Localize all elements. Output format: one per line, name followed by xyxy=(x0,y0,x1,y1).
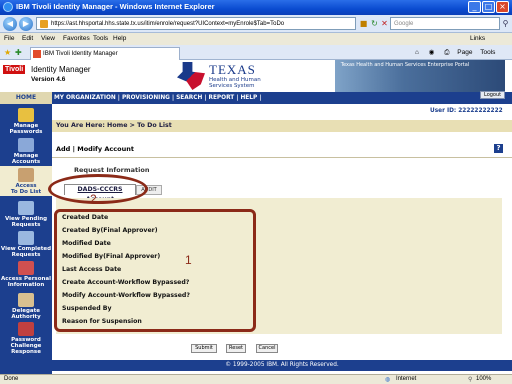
tab-title: IBM Tivoli Identity Manager xyxy=(43,50,118,57)
sidebar-item-completed-requests[interactable]: View Completed Requests xyxy=(0,231,52,258)
annotation-rectangle-fields xyxy=(54,209,256,332)
texas-title: TEXAS xyxy=(209,62,256,77)
sidebar-item-personal-info[interactable]: Access Personal Information xyxy=(0,261,52,288)
breadcrumb: You Are Here: Home > To Do List xyxy=(52,120,512,132)
texas-state-shape-icon xyxy=(177,62,205,90)
menu-favorites[interactable]: Favorites xyxy=(63,35,90,42)
menu-view[interactable]: View xyxy=(41,35,55,42)
user-id: User ID: 22222222222 xyxy=(430,108,503,114)
search-input[interactable]: Google xyxy=(390,17,500,30)
logout-button[interactable]: Logout xyxy=(480,91,506,99)
nav-search[interactable]: SEARCH xyxy=(176,95,202,101)
favorites-star-icon[interactable]: ★ xyxy=(4,48,11,57)
app-name: Identity Manager xyxy=(31,65,91,74)
pending-icon xyxy=(18,201,34,215)
home-nav-button[interactable]: HOME xyxy=(0,92,52,104)
nav-report[interactable]: REPORT xyxy=(209,95,235,101)
completed-icon xyxy=(18,231,34,245)
sidebar-item-todo-list[interactable]: Access To Do List xyxy=(0,166,52,196)
help-icon[interactable]: ? xyxy=(494,144,503,153)
forward-arrow-icon[interactable]: ▶ xyxy=(19,17,33,31)
lock-icon[interactable]: ■ xyxy=(358,18,369,29)
texas-hhs-banner: TEXAS Health and Human Services System T… xyxy=(175,60,505,92)
sidebar-item-manage-accounts[interactable]: Manage Accounts xyxy=(0,138,52,165)
menu-bar: File Edit View Favorites Tools Help Link… xyxy=(0,33,512,45)
tab-toolbar: ★ ✚ IBM Tivoli Identity Manager ⌂ ◉ ⎙ Pa… xyxy=(0,45,512,60)
submit-button[interactable]: Submit xyxy=(191,344,217,353)
back-arrow-icon[interactable]: ◀ xyxy=(3,17,17,31)
reset-button[interactable]: Reset xyxy=(226,344,246,353)
status-text: Done xyxy=(4,376,19,382)
address-toolbar: ◀ ▶ https://ast.hhsportal.hhs.state.tx.u… xyxy=(0,15,512,33)
menu-edit[interactable]: Edit xyxy=(22,35,33,42)
portal-text: Texas Health and Human Services Enterpri… xyxy=(340,62,470,68)
zoom-icon[interactable]: ⚲ xyxy=(468,376,472,383)
sidebar: Manage Passwords Manage Accounts Access … xyxy=(0,104,52,374)
print-icon[interactable]: ⎙ xyxy=(444,49,449,56)
annotation-ellipse-tab xyxy=(48,174,148,204)
minimize-button[interactable]: _ xyxy=(468,1,481,13)
nav-help[interactable]: HELP xyxy=(240,95,257,101)
browser-tab[interactable]: IBM Tivoli Identity Manager xyxy=(30,47,180,60)
address-bar[interactable]: https://ast.hhsportal.hhs.state.tx.us/it… xyxy=(36,17,356,30)
command-bar: ⌂ ◉ ⎙ Page Tools xyxy=(415,48,495,57)
delegate-icon xyxy=(18,293,34,307)
sidebar-item-delegate-authority[interactable]: Delegate Authority xyxy=(0,293,52,320)
person-icon xyxy=(18,261,34,275)
page-menu[interactable]: Page xyxy=(457,49,472,56)
status-bar: Done ◍ Internet ⚲ 100% xyxy=(0,374,512,384)
window-title: IBM Tivoli Identity Manager - Windows In… xyxy=(16,2,215,11)
accounts-icon xyxy=(18,138,34,152)
sidebar-item-password-challenge[interactable]: Password Challenge Response xyxy=(0,322,52,355)
tools-menu[interactable]: Tools xyxy=(480,49,495,56)
search-icon[interactable]: ⚲ xyxy=(500,18,511,29)
section-title: Request Information xyxy=(74,166,150,174)
sidebar-item-manage-passwords[interactable]: Manage Passwords xyxy=(0,108,52,135)
app-version: Version 4.6 xyxy=(31,76,66,83)
nav-my-organization[interactable]: MY ORGANIZATION xyxy=(54,95,116,101)
app-header: Tivoli Identity Manager Version 4.6 TEXA… xyxy=(0,60,512,92)
key-icon xyxy=(18,108,34,122)
stop-icon[interactable]: ✕ xyxy=(379,18,390,29)
links-button[interactable]: Links xyxy=(470,35,485,42)
window-title-bar: IBM Tivoli Identity Manager - Windows In… xyxy=(0,0,512,15)
address-url: https://ast.hhsportal.hhs.state.tx.us/it… xyxy=(51,21,285,27)
internet-explorer-icon xyxy=(3,2,13,12)
page-title: Add | Modify Account xyxy=(56,145,134,153)
top-navigation: MY ORGANIZATION | PROVISIONING | SEARCH … xyxy=(52,92,512,104)
title-divider xyxy=(52,157,512,158)
page-footer: © 1999-2005 IBM. All Rights Reserved. xyxy=(52,360,512,371)
home-icon[interactable]: ⌂ xyxy=(415,49,419,56)
challenge-icon xyxy=(18,322,34,336)
annotation-label-2: 2 xyxy=(90,192,97,206)
annotation-label-1: 1 xyxy=(185,253,192,267)
sidebar-item-pending-requests[interactable]: View Pending Requests xyxy=(0,201,52,228)
hhs-line2: Services System xyxy=(209,83,255,89)
close-window-button[interactable]: × xyxy=(496,1,509,13)
page-content: Tivoli Identity Manager Version 4.6 TEXA… xyxy=(0,60,512,374)
cancel-button[interactable]: Cancel xyxy=(256,344,278,353)
zone-label: Internet xyxy=(396,376,417,382)
menu-file[interactable]: File xyxy=(4,35,14,42)
tivoli-logo: Tivoli xyxy=(3,65,26,74)
add-favorite-icon[interactable]: ✚ xyxy=(15,48,22,57)
feeds-icon[interactable]: ◉ xyxy=(429,49,435,56)
zoom-level[interactable]: 100% xyxy=(476,376,491,382)
menu-tools[interactable]: Tools xyxy=(93,35,108,42)
tivoli-favicon-icon xyxy=(33,50,41,58)
menu-help[interactable]: Help xyxy=(113,35,126,42)
todo-icon xyxy=(18,168,34,182)
globe-icon: ◍ xyxy=(385,377,391,383)
page-icon xyxy=(40,20,48,28)
nav-provisioning[interactable]: PROVISIONING xyxy=(122,95,170,101)
maximize-button[interactable]: □ xyxy=(482,1,495,13)
